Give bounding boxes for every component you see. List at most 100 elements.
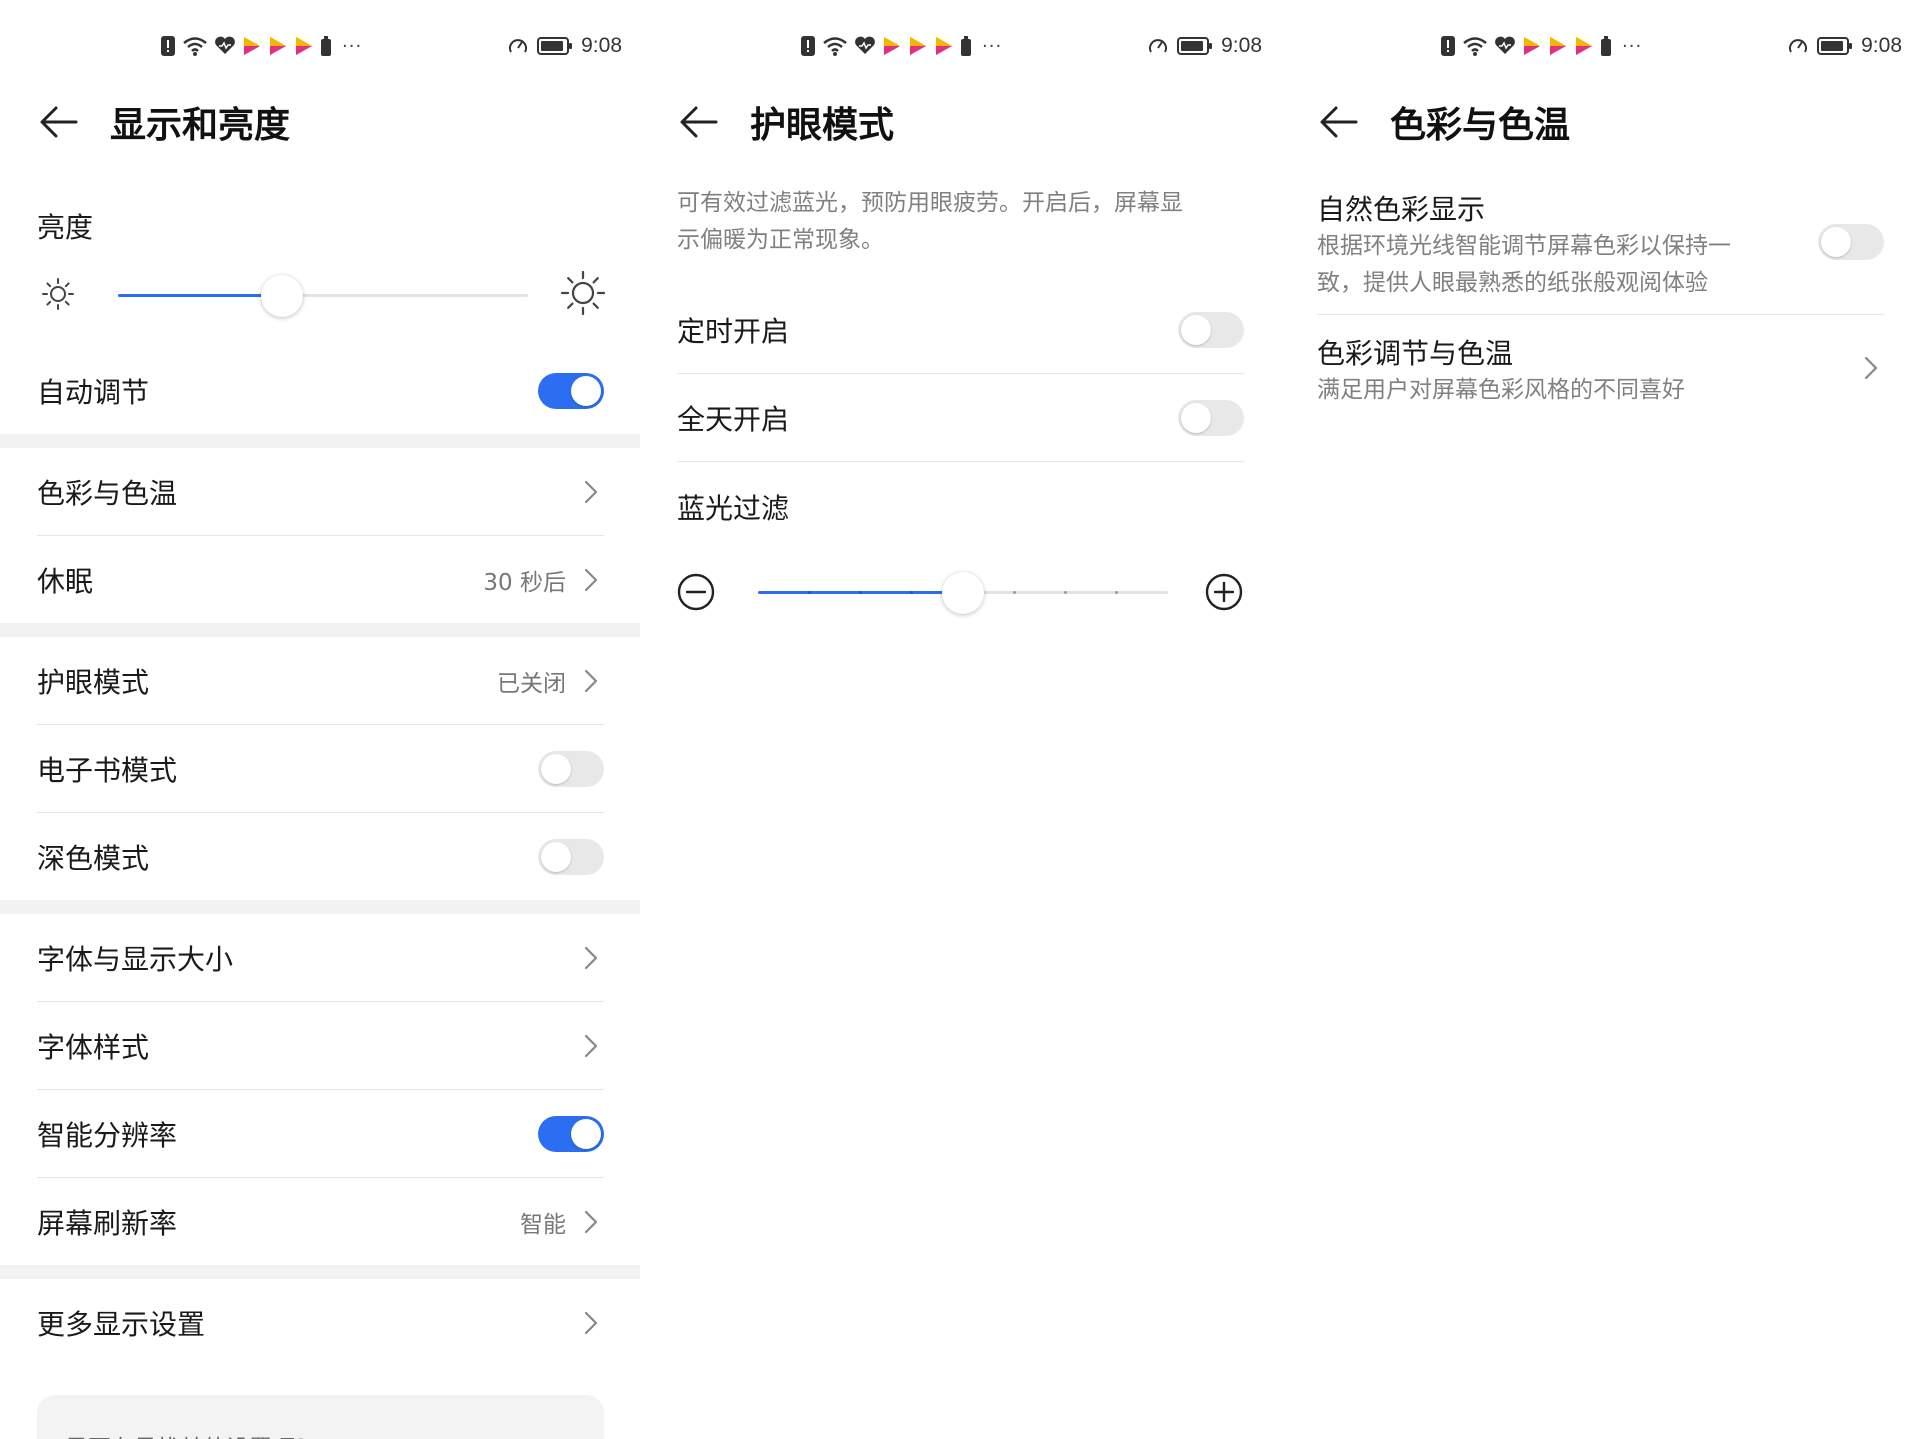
- filter-slider-tick: [807, 591, 811, 594]
- minus-circle-icon[interactable]: [676, 572, 716, 612]
- more-notifications-icon: ···: [982, 35, 1003, 57]
- battery-small-icon: [321, 36, 331, 56]
- natural-color-toggle[interactable]: [1818, 224, 1884, 260]
- status-time: 9:08: [1221, 34, 1262, 57]
- natural-color-label: 自然色彩显示: [1317, 193, 1486, 226]
- ebook-mode-label: 电子书模式: [37, 753, 178, 787]
- status-right-icons: 9:08: [507, 28, 622, 64]
- sleep-row[interactable]: 休眠 30 秒后: [37, 536, 604, 623]
- toggle-knob: [541, 753, 571, 784]
- toggle-knob: [571, 375, 601, 406]
- brightness-slider-thumb[interactable]: [261, 275, 303, 317]
- natural-color-row[interactable]: 自然色彩显示 根据环境光线智能调节屏幕色彩以保持一 致，提供人眼最熟悉的纸张般观…: [1317, 184, 1884, 314]
- plus-circle-icon[interactable]: [1204, 572, 1244, 612]
- all-day-row[interactable]: 全天开启: [677, 374, 1244, 461]
- eye-comfort-description: 可有效过滤蓝光，预防用眼疲劳。开启后，屏幕显 示偏暖为正常现象。: [677, 185, 1183, 259]
- wifi-icon: [1463, 37, 1487, 56]
- battery-icon: [1177, 37, 1213, 55]
- description-line: 示偏暖为正常现象。: [677, 227, 884, 253]
- wifi-icon: [183, 37, 207, 56]
- color-adjust-row[interactable]: 色彩调节与色温 满足用户对屏幕色彩风格的不同喜好: [1317, 320, 1884, 418]
- all-day-label: 全天开启: [677, 402, 790, 436]
- font-style-row[interactable]: 字体样式: [37, 1002, 604, 1089]
- color-temperature-label: 色彩与色温: [37, 476, 178, 510]
- smart-resolution-toggle[interactable]: [538, 1115, 604, 1152]
- dark-mode-row[interactable]: 深色模式: [37, 813, 604, 900]
- title-bar: 色彩与色温: [1280, 88, 1920, 152]
- chevron-right-icon: [584, 480, 598, 503]
- auto-adjust-row[interactable]: 自动调节: [37, 347, 604, 434]
- description-line: 根据环境光线智能调节屏幕色彩以保持一: [1317, 233, 1731, 259]
- dark-mode-toggle[interactable]: [538, 838, 604, 875]
- status-bar: ··· 9:08: [640, 28, 1280, 64]
- eye-comfort-row[interactable]: 护眼模式 已关闭: [37, 637, 604, 724]
- description-line: 可有效过滤蓝光，预防用眼疲劳。开启后，屏幕显: [677, 190, 1183, 216]
- battery-icon: [1817, 37, 1853, 55]
- auto-adjust-label: 自动调节: [37, 375, 150, 409]
- refresh-rate-value: 智能: [520, 1211, 566, 1238]
- filter-slider-thumb[interactable]: [942, 572, 984, 614]
- section-gap: [0, 900, 640, 914]
- video-app-icon: [1550, 37, 1566, 55]
- speed-gauge-icon: [509, 39, 528, 53]
- font-size-label: 字体与显示大小: [37, 942, 234, 976]
- speed-gauge-icon: [1789, 39, 1808, 53]
- auto-adjust-toggle[interactable]: [538, 372, 604, 409]
- toggle-knob: [1821, 227, 1851, 257]
- refresh-rate-label: 屏幕刷新率: [37, 1206, 178, 1240]
- suggestion-card[interactable]: 是否在寻找其他设置项？: [37, 1395, 604, 1439]
- chevron-right-icon: [584, 669, 598, 692]
- divider: [677, 461, 1244, 462]
- smart-resolution-label: 智能分辨率: [37, 1118, 178, 1152]
- chevron-right-icon: [584, 946, 598, 969]
- chevron-right-icon: [584, 1034, 598, 1057]
- chevron-right-icon: [1864, 356, 1878, 380]
- health-heart-icon: [215, 36, 235, 54]
- status-right-icons: 9:08: [1787, 28, 1902, 64]
- eye-comfort-value: 已关闭: [497, 670, 566, 697]
- display-brightness-screen: ··· 9:08 显示和亮度 亮度 自动调节 色彩与色温 休眠 30 秒后 护眼…: [0, 0, 640, 1439]
- scheduled-label: 定时开启: [677, 314, 790, 348]
- sun-dim-icon: [42, 278, 74, 310]
- divider: [1317, 314, 1884, 315]
- status-time: 9:08: [1861, 34, 1902, 57]
- battery-small-icon: [1601, 36, 1611, 56]
- back-arrow-icon[interactable]: [36, 100, 80, 144]
- scheduled-row[interactable]: 定时开启: [677, 286, 1244, 373]
- color-adjust-description: 满足用户对屏幕色彩风格的不同喜好: [1317, 377, 1685, 403]
- color-temperature-screen: ··· 9:08 色彩与色温 自然色彩显示 根据环境光线智能调节屏幕色彩以保持一…: [1280, 0, 1920, 1439]
- description-line: 致，提供人眼最熟悉的纸张般观阅体验: [1317, 270, 1708, 296]
- back-arrow-icon[interactable]: [1316, 100, 1360, 144]
- more-display-settings-row[interactable]: 更多显示设置: [37, 1279, 604, 1366]
- more-notifications-icon: ···: [1622, 35, 1643, 57]
- wifi-icon: [823, 37, 847, 56]
- ebook-mode-row[interactable]: 电子书模式: [37, 725, 604, 812]
- filter-slider-tick: [1064, 591, 1067, 594]
- sleep-label: 休眠: [37, 564, 94, 598]
- blue-light-filter-label: 蓝光过滤: [677, 492, 790, 525]
- more-notifications-icon: ···: [342, 35, 363, 57]
- status-bar: ··· 9:08: [1280, 28, 1920, 64]
- color-temperature-row[interactable]: 色彩与色温: [37, 448, 604, 535]
- suggestion-text: 是否在寻找其他设置项？: [65, 1429, 318, 1439]
- ebook-mode-toggle[interactable]: [538, 750, 604, 787]
- scheduled-toggle[interactable]: [1178, 311, 1244, 348]
- natural-color-description: 根据环境光线智能调节屏幕色彩以保持一 致，提供人眼最熟悉的纸张般观阅体验: [1317, 228, 1787, 302]
- chevron-right-icon: [584, 1210, 598, 1233]
- back-arrow-icon[interactable]: [676, 100, 720, 144]
- status-left-icons: ···: [1440, 28, 1642, 64]
- all-day-toggle[interactable]: [1178, 399, 1244, 436]
- refresh-rate-row[interactable]: 屏幕刷新率 智能: [37, 1178, 604, 1265]
- speed-gauge-icon: [1149, 39, 1168, 53]
- filter-slider-tick: [1012, 591, 1016, 594]
- toggle-knob: [1181, 402, 1211, 433]
- page-title: 护眼模式: [750, 105, 895, 146]
- video-app-icon: [936, 37, 952, 55]
- chevron-right-icon: [584, 1311, 598, 1334]
- page-title: 色彩与色温: [1390, 105, 1571, 146]
- smart-resolution-row[interactable]: 智能分辨率: [37, 1090, 604, 1177]
- health-heart-icon: [855, 36, 875, 54]
- health-heart-icon: [1495, 36, 1515, 54]
- notification-alert-icon: [161, 36, 175, 56]
- font-size-row[interactable]: 字体与显示大小: [37, 914, 604, 1001]
